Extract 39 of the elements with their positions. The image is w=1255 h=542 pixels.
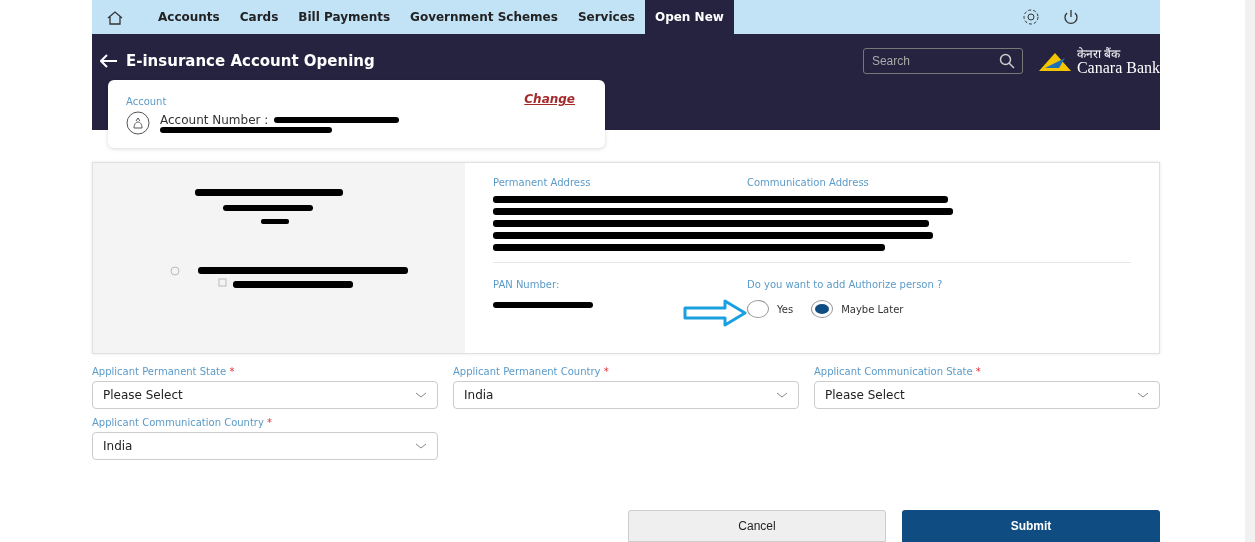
nav-tab[interactable]: Government Schemes (400, 0, 568, 34)
power-icon[interactable] (1062, 8, 1080, 26)
chevron-down-icon (1137, 391, 1149, 399)
search-icon (998, 53, 1015, 69)
authorize-question: Do you want to add Authorize person ? (747, 279, 943, 290)
account-number-label: Account Number : (160, 113, 269, 127)
dropdown-field[interactable]: India (453, 381, 799, 409)
page-title: E-insurance Account Opening (126, 52, 375, 70)
back-arrow-icon[interactable] (100, 54, 118, 68)
field-label: Applicant Communication Country * (92, 417, 274, 428)
submit-button[interactable]: Submit (902, 510, 1160, 542)
field-label: Applicant Permanent State * (92, 366, 236, 377)
nav-tab[interactable]: Bill Payments (288, 0, 401, 34)
change-link[interactable]: Change (524, 92, 575, 106)
chevron-down-icon (415, 442, 427, 450)
nav-tab[interactable]: Accounts (148, 0, 230, 34)
permanent-address-label: Permanent Address (493, 177, 592, 188)
dropdown-field[interactable]: India (92, 432, 438, 460)
logo-text: केनरा बैंक (1076, 48, 1122, 60)
nav-tab[interactable]: Cards (229, 0, 289, 34)
dropdown-field[interactable]: Please Select (92, 381, 438, 409)
dropdown-field[interactable]: Please Select (814, 381, 1160, 409)
account-label: Account (126, 96, 167, 107)
chevron-down-icon (415, 391, 427, 399)
radio-option[interactable]: Maybe Later (811, 300, 904, 318)
field-label: Applicant Communication State * (814, 366, 982, 377)
nav-tab[interactable]: Open New (644, 0, 734, 34)
pan-number-label: PAN Number: (493, 279, 560, 290)
radio-option[interactable]: Yes (747, 300, 794, 318)
nav-tab[interactable]: Services (567, 0, 645, 34)
search-field[interactable]: Search (862, 48, 1023, 74)
chevron-down-icon (776, 391, 788, 399)
settings-icon[interactable] (1022, 8, 1040, 26)
communication-address-label: Communication Address (747, 177, 870, 188)
field-label: Applicant Permanent Country * (453, 366, 610, 377)
logo-icon (1036, 51, 1073, 73)
arrow-icon (683, 298, 747, 328)
logo-text: Canara Bank (1076, 60, 1160, 76)
cancel-button[interactable]: Cancel (628, 510, 886, 542)
